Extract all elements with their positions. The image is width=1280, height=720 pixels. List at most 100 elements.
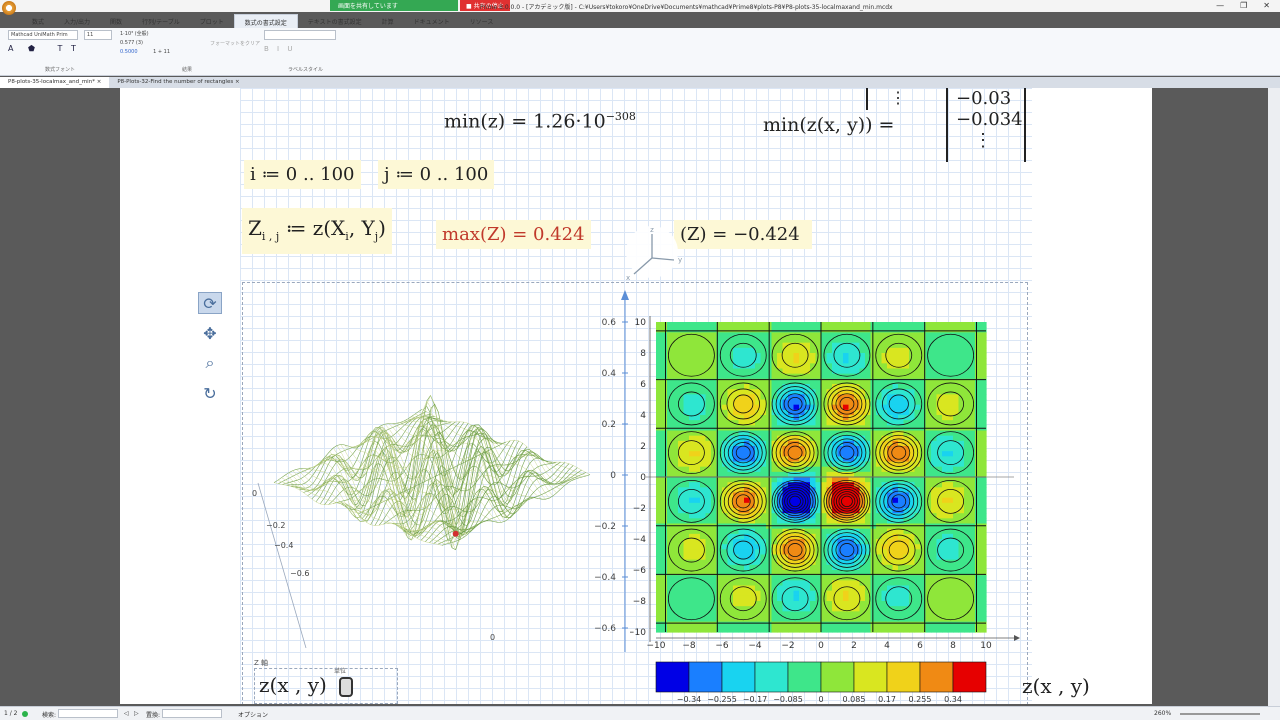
contour-cell: [969, 477, 976, 483]
contour-cell: [683, 347, 690, 354]
z-axis-tick-label: −0.6: [594, 624, 616, 634]
ribbon-tab[interactable]: テキストの書式設定: [298, 14, 372, 28]
clear-format-button[interactable]: フォーマットをクリア: [210, 40, 260, 47]
contour-cell: [804, 585, 811, 592]
min-z-result[interactable]: min(z) = 1.26·10−308: [444, 110, 636, 132]
contour-cell: [980, 332, 987, 339]
contour-cell: [705, 466, 712, 473]
Z-matrix-definition[interactable]: Zi , j ≔ z(Xi, Yj): [242, 208, 392, 254]
ribbon-tab[interactable]: 入力/出力: [54, 14, 100, 28]
j-range-definition[interactable]: j ≔ 0 .. 100: [378, 160, 495, 189]
contour-cell: [755, 606, 762, 612]
contour-cell: [755, 585, 762, 592]
ribbon-tab[interactable]: 計算: [372, 14, 404, 28]
min-Z-result[interactable]: (Z) = −0.424: [674, 220, 812, 249]
font-size-select[interactable]: 11: [83, 30, 112, 40]
contour-cell: [953, 373, 960, 380]
contour-cell: [705, 513, 712, 519]
contour-cell: [975, 394, 982, 401]
highlight-icon[interactable]: ⬟: [28, 44, 35, 53]
ribbon-tab[interactable]: ドキュメント: [404, 14, 460, 28]
ribbon-tab[interactable]: リソース: [460, 14, 504, 28]
surface-plot-3d[interactable]: 0−0.2−0.4−0.60: [246, 288, 618, 648]
contour-cell: [661, 611, 668, 618]
contour-cell: [865, 528, 872, 535]
contour-cell: [914, 626, 921, 633]
contour-cell: [656, 322, 663, 328]
contour-cell: [656, 549, 663, 556]
contour-cell: [656, 430, 663, 437]
unit-placeholder[interactable]: [339, 676, 354, 697]
bold-icon[interactable]: T: [58, 44, 63, 53]
contour-cell: [788, 626, 795, 633]
contour-cell: [760, 435, 767, 442]
ribbon-tab[interactable]: プロット: [190, 14, 234, 28]
zoom-icon[interactable]: ⌕: [198, 352, 222, 374]
contour-cell: [837, 337, 844, 344]
max-Z-result[interactable]: max(Z) = 0.424: [436, 220, 591, 249]
surface-plot-label[interactable]: z(x , y): [254, 668, 398, 704]
contour-cell: [931, 487, 938, 494]
mathcad-logo-icon[interactable]: [2, 1, 16, 15]
contour-cell: [975, 389, 982, 395]
doc-tab[interactable]: P8-Plots-32-Find the number of rectangle…: [109, 77, 247, 88]
label-bold-icon[interactable]: B: [264, 45, 269, 53]
contour-cell: [755, 575, 762, 581]
contour-cell: [881, 327, 888, 333]
zoom-slider[interactable]: [1180, 713, 1260, 715]
close-tab-icon[interactable]: ×: [235, 79, 240, 85]
contour-cell: [914, 358, 921, 364]
italic-icon[interactable]: T: [71, 44, 76, 53]
axis-orientation-gizmo[interactable]: z y x: [622, 224, 686, 284]
contour-cell: [755, 616, 762, 623]
min-zxy-expression[interactable]: min(z(x, y)) =: [763, 114, 894, 136]
search-input[interactable]: [58, 709, 118, 718]
ribbon-tab[interactable]: 数式: [22, 14, 54, 28]
contour-cell: [788, 347, 795, 354]
contour-cell: [705, 358, 712, 364]
reset-view-icon[interactable]: ↻: [198, 382, 222, 404]
close-icon[interactable]: ✕: [1263, 1, 1270, 10]
contour-cell: [705, 492, 712, 499]
label-style-select[interactable]: [264, 30, 336, 40]
close-tab-icon[interactable]: ×: [97, 79, 102, 85]
ribbon-tab[interactable]: 関数: [100, 14, 132, 28]
replace-input[interactable]: [162, 709, 222, 718]
label-underline-icon[interactable]: U: [287, 45, 292, 53]
minimize-icon[interactable]: —: [1216, 1, 1224, 10]
next-result-icon[interactable]: ▷: [134, 710, 139, 717]
worksheet[interactable]: min(z) = 1.26·10−308 min(z(x, y)) = −0.0…: [120, 88, 1152, 704]
contour-cell: [953, 502, 960, 509]
font-name-select[interactable]: Mathcad UniMath Prim: [8, 30, 78, 40]
contour-cell: [826, 347, 833, 354]
contour-plot[interactable]: −10 −8 −6 −4 −2 0 2 4 6 8 101086420−2−4−6−8−10−0.3…: [630, 312, 1034, 704]
contour-cell: [727, 342, 734, 349]
contour-cell: [942, 621, 949, 628]
doc-tab-label: P8-plots-35-localmax_and_min*: [8, 79, 95, 85]
ribbon-tab[interactable]: 数式の書式設定: [233, 14, 298, 28]
font-color-icon[interactable]: A: [8, 44, 13, 53]
precision-select[interactable]: 0.577 (3): [120, 40, 170, 46]
contour-cell: [925, 373, 932, 380]
contour-cell: [947, 327, 954, 333]
i-range-definition[interactable]: i ≔ 0 .. 100: [244, 160, 361, 189]
result-matrix[interactable]: −0.03 −0.034 ⋮: [946, 88, 1026, 162]
options-button[interactable]: オプション: [238, 710, 268, 719]
contour-cell: [920, 384, 927, 390]
number-format-select[interactable]: 1·10³ (全般): [120, 30, 170, 37]
contour-cell: [865, 590, 872, 597]
contour-cell: [887, 595, 894, 602]
maximize-icon[interactable]: ❐: [1240, 1, 1247, 10]
contour-cell: [848, 409, 855, 416]
contour-cell: [925, 337, 932, 344]
pan-icon[interactable]: ✥: [198, 322, 222, 344]
rotate-icon[interactable]: ⟳: [198, 292, 222, 314]
doc-tab-active[interactable]: P8-plots-35-localmax_and_min* ×: [0, 77, 110, 88]
vertical-scrollbar[interactable]: [1268, 88, 1280, 706]
prev-result-icon[interactable]: ◁: [124, 710, 129, 717]
contour-cell: [975, 363, 982, 370]
label-italic-icon[interactable]: I: [277, 45, 279, 53]
ribbon-tab[interactable]: 行列/テーブル: [132, 14, 190, 28]
contour-cell: [975, 518, 982, 525]
contour-cell: [843, 523, 850, 530]
